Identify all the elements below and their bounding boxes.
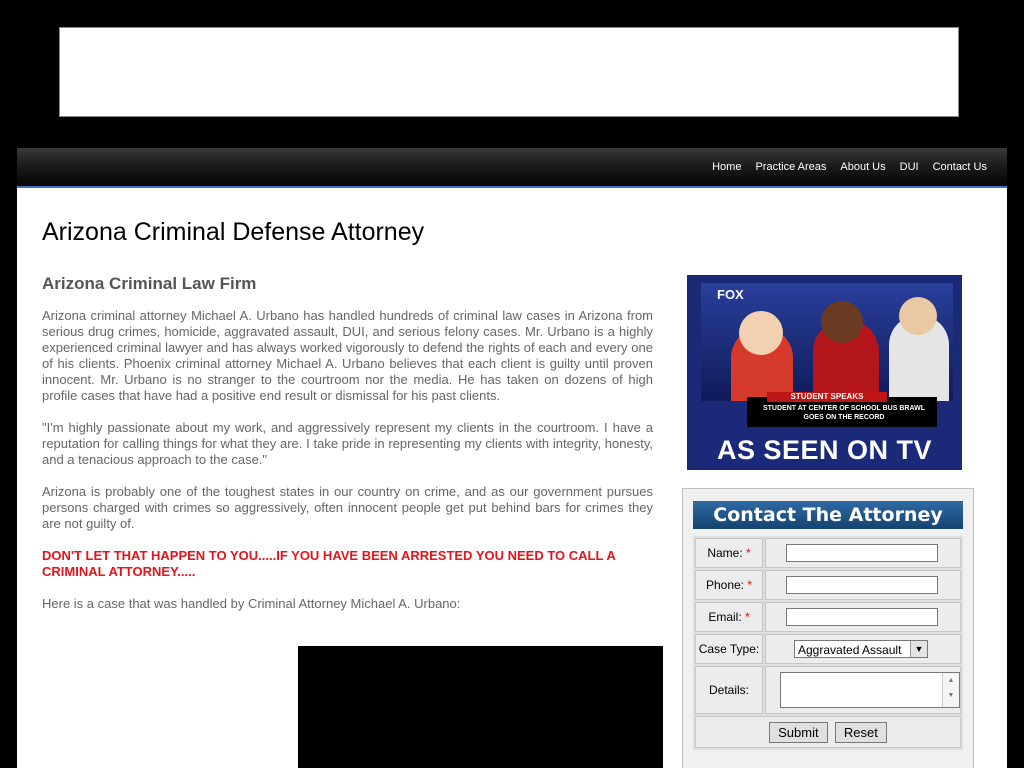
- details-label-cell: Details:: [695, 666, 763, 714]
- arizona-paragraph: Arizona is probably one of the toughest …: [42, 484, 653, 531]
- top-banner: [59, 27, 959, 117]
- case-type-field-cell: Aggravated Assault ▼: [765, 634, 961, 664]
- details-textarea[interactable]: ▲ ▼: [780, 672, 960, 708]
- name-label: Name:: [707, 546, 743, 560]
- nav-dui[interactable]: DUI: [900, 161, 919, 173]
- email-field-cell: [765, 602, 961, 632]
- alert-text: DON'T LET THAT HAPPEN TO YOU.....IF YOU …: [42, 548, 616, 579]
- nav-home[interactable]: Home: [712, 161, 741, 173]
- nav-list: Home Practice Areas About Us DUI Contact…: [698, 148, 987, 186]
- email-label-cell: Email: *: [695, 602, 763, 632]
- details-label: Details:: [708, 683, 749, 697]
- required-marker: *: [745, 610, 750, 624]
- name-input[interactable]: [786, 544, 938, 562]
- case-type-row: Case Type: Aggravated Assault ▼: [695, 634, 961, 664]
- reset-button[interactable]: Reset: [834, 721, 887, 743]
- name-row: Name: *: [695, 538, 961, 568]
- phone-row: Phone: *: [695, 570, 961, 600]
- main-column: Arizona Criminal Law Firm Arizona crimin…: [42, 274, 653, 628]
- content-area: Arizona Criminal Defense Attorney Arizon…: [17, 188, 1007, 768]
- phone-label-cell: Phone: *: [695, 570, 763, 600]
- email-label: Email:: [708, 610, 742, 624]
- details-scrollbar[interactable]: ▲ ▼: [942, 673, 959, 707]
- attorney-head: [899, 297, 937, 335]
- details-field-cell: ▲ ▼: [765, 666, 961, 714]
- news-ticker-label: STUDENT SPEAKS: [767, 392, 887, 402]
- quote-paragraph: "I'm highly passionate about my work, an…: [42, 420, 653, 467]
- email-row: Email: *: [695, 602, 961, 632]
- buttons-row: Submit Reset: [695, 716, 961, 748]
- required-marker: *: [746, 546, 751, 560]
- scroll-down-icon[interactable]: ▼: [943, 688, 959, 703]
- phone-field-cell: [765, 570, 961, 600]
- scroll-up-icon[interactable]: ▲: [943, 673, 959, 688]
- nav-contact-us[interactable]: Contact Us: [933, 161, 987, 173]
- submit-button[interactable]: Submit: [769, 721, 828, 743]
- nav-practice-areas[interactable]: Practice Areas: [755, 161, 826, 173]
- details-row: Details: ▲ ▼: [695, 666, 961, 714]
- nav-about-us[interactable]: About Us: [840, 161, 885, 173]
- required-marker: *: [747, 578, 753, 592]
- case-type-label-cell: Case Type:: [695, 634, 763, 664]
- contact-header: Contact The Attorney: [693, 501, 963, 529]
- chevron-down-icon[interactable]: ▼: [910, 641, 927, 657]
- page-title: Arizona Criminal Defense Attorney: [42, 218, 425, 246]
- section-heading: Arizona Criminal Law Firm: [42, 274, 257, 293]
- student-head: [821, 301, 863, 343]
- news-ticker-text: STUDENT AT CENTER OF SCHOOL BUS BRAWL GO…: [762, 405, 926, 421]
- phone-input[interactable]: [786, 576, 938, 594]
- name-label-cell: Name: *: [695, 538, 763, 568]
- main-navbar: Home Practice Areas About Us DUI Contact…: [17, 148, 1007, 188]
- buttons-cell: Submit Reset: [695, 716, 961, 748]
- case-type-label: Case Type:: [698, 642, 760, 656]
- case-type-value: Aggravated Assault: [798, 643, 902, 657]
- case-intro: Here is a case that was handled by Crimi…: [42, 596, 461, 611]
- as-seen-on-tv-caption: AS SEEN ON TV: [716, 435, 933, 465]
- contact-form: Name: * Phone: * Email: * Case Type: Agg…: [693, 536, 963, 750]
- intro-paragraph: Arizona criminal attorney Michael A. Urb…: [42, 308, 653, 403]
- contact-form-panel: Contact The Attorney Name: * Phone: * Em…: [682, 488, 974, 768]
- email-input[interactable]: [786, 608, 938, 626]
- case-type-select[interactable]: Aggravated Assault ▼: [794, 640, 928, 658]
- news-anchor-head: [739, 311, 783, 355]
- case-video-player[interactable]: [298, 646, 663, 768]
- as-seen-on-tv-promo[interactable]: FOX STUDENT SPEAKS STUDENT AT CENTER OF …: [687, 275, 962, 470]
- name-field-cell: [765, 538, 961, 568]
- phone-label: Phone:: [705, 578, 745, 592]
- fox-logo: FOX: [717, 287, 744, 302]
